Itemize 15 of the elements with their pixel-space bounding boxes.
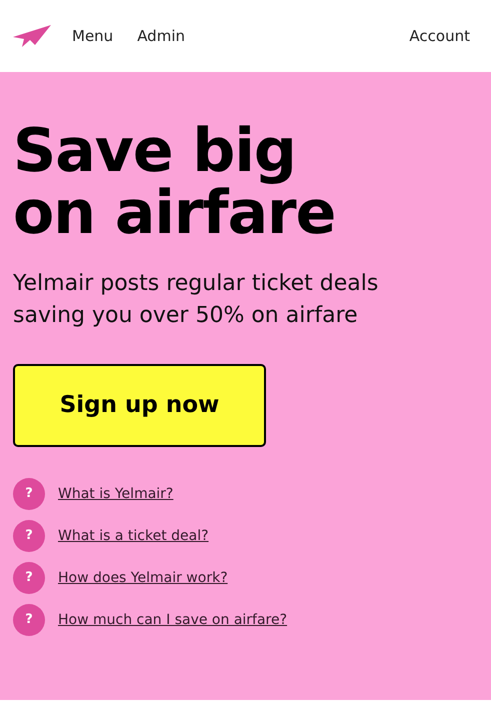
faq-link[interactable]: What is a ticket deal?	[58, 526, 209, 546]
hero-title: Save big on airfare	[13, 120, 336, 244]
question-icon: ?	[13, 604, 45, 636]
faq-link[interactable]: How much can I save on airfare?	[58, 610, 288, 630]
question-icon: ?	[13, 562, 45, 594]
question-icon: ?	[13, 478, 45, 510]
hero-subtitle: Yelmair posts regular ticket deals saving you over 50% on airfare	[13, 270, 380, 330]
account-link[interactable]: Account	[409, 24, 470, 48]
question-icon: ?	[13, 520, 45, 552]
nav-link[interactable]: Admin	[137, 24, 185, 48]
paper-plane-logo-icon[interactable]	[13, 25, 51, 47]
faq-link[interactable]: What is Yelmair?	[58, 484, 174, 504]
faq-link[interactable]: How does Yelmair work?	[58, 568, 228, 588]
nav-link[interactable]: Menu	[72, 24, 114, 48]
sign-up-button[interactable]: Sign up now	[13, 364, 266, 447]
